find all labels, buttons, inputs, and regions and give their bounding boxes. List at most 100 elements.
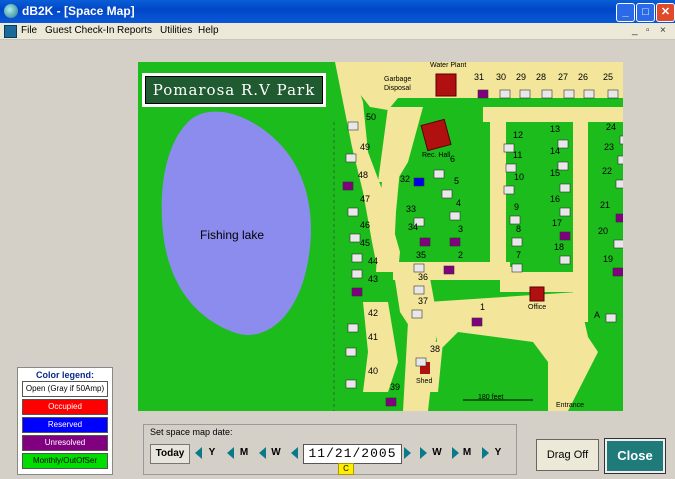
site-marker-26[interactable] xyxy=(583,89,595,99)
site-label-39: 39 xyxy=(390,382,400,392)
mdi-minimize-icon[interactable]: _ xyxy=(632,25,638,36)
prev-month-icon[interactable] xyxy=(227,447,234,459)
site-marker-49[interactable] xyxy=(345,153,357,163)
site-marker-18[interactable] xyxy=(559,255,571,265)
month-forward-label[interactable]: M xyxy=(460,444,474,462)
site-label-41: 41 xyxy=(368,332,378,342)
site-marker-38[interactable] xyxy=(415,357,427,367)
rec-hall-label: Rec. Hall xyxy=(422,152,451,159)
site-label-27: 27 xyxy=(558,72,568,82)
office-building[interactable] xyxy=(529,286,545,302)
site-marker-9[interactable] xyxy=(509,215,521,225)
menu-utilities[interactable]: Utilities xyxy=(160,25,192,36)
site-marker-23[interactable] xyxy=(617,155,623,165)
site-marker-15[interactable] xyxy=(559,183,571,193)
year-forward-label[interactable]: Y xyxy=(491,444,505,462)
site-marker-44[interactable] xyxy=(351,269,363,279)
site-label-23: 23 xyxy=(604,142,614,152)
prev-year-icon[interactable] xyxy=(195,447,202,459)
calendar-badge[interactable]: C xyxy=(338,463,354,475)
maximize-icon[interactable]: □ xyxy=(636,3,655,22)
site-marker-10[interactable] xyxy=(503,185,515,195)
drag-off-button[interactable]: Drag Off xyxy=(536,439,599,471)
site-label-24: 24 xyxy=(606,122,616,132)
next-month-icon[interactable] xyxy=(452,447,459,459)
site-marker-43[interactable] xyxy=(351,287,363,297)
site-label-34: 34 xyxy=(408,222,418,232)
scale-label: 180 feet xyxy=(478,394,504,401)
menu-guest-check-in[interactable]: Guest Check-In xyxy=(45,25,114,36)
date-field[interactable]: 11/21/2005 xyxy=(303,444,402,464)
site-marker-24[interactable] xyxy=(619,135,623,145)
month-back-label[interactable]: M xyxy=(237,444,251,462)
site-marker-25[interactable] xyxy=(607,89,619,99)
site-marker-20[interactable] xyxy=(613,239,623,249)
fishing-lake xyxy=(161,111,311,335)
site-marker-46[interactable] xyxy=(349,233,361,243)
disposal-label: Disposal xyxy=(384,85,411,92)
site-marker-32[interactable] xyxy=(413,177,425,187)
site-marker-11[interactable] xyxy=(505,163,517,173)
water-plant-label: Water Plant xyxy=(430,62,467,69)
site-marker-28[interactable] xyxy=(541,89,553,99)
site-marker-a[interactable] xyxy=(605,313,617,323)
menu-help[interactable]: Help xyxy=(198,25,219,36)
water-plant-building[interactable] xyxy=(435,73,457,97)
site-marker-21[interactable] xyxy=(615,213,623,223)
prev-day-icon[interactable] xyxy=(291,447,298,459)
site-marker-16[interactable] xyxy=(559,207,571,217)
mdi-restore-icon[interactable]: ▫ xyxy=(646,25,650,36)
site-marker-3[interactable] xyxy=(449,237,461,247)
site-marker-42[interactable] xyxy=(347,323,359,333)
mdi-close-icon[interactable]: × xyxy=(660,25,666,36)
site-marker-5[interactable] xyxy=(441,189,453,199)
site-marker-37[interactable] xyxy=(411,309,423,319)
site-marker-19[interactable] xyxy=(612,267,623,277)
site-marker-35[interactable] xyxy=(413,263,425,273)
menu-reports[interactable]: Reports xyxy=(117,25,152,36)
site-marker-48[interactable] xyxy=(342,181,354,191)
site-marker-31[interactable] xyxy=(477,89,489,99)
site-marker-6[interactable] xyxy=(433,169,445,179)
year-back-label[interactable]: Y xyxy=(205,444,219,462)
week-back-label[interactable]: W xyxy=(269,444,283,462)
site-marker-47[interactable] xyxy=(347,207,359,217)
site-marker-40[interactable] xyxy=(345,379,357,389)
today-button[interactable]: Today xyxy=(150,444,190,464)
site-marker-22[interactable] xyxy=(615,179,623,189)
site-marker-29[interactable] xyxy=(519,89,531,99)
site-marker-34[interactable] xyxy=(419,237,431,247)
legend-reserved: Reserved xyxy=(22,417,108,433)
next-year-icon[interactable] xyxy=(482,447,489,459)
site-marker-39[interactable] xyxy=(385,397,397,407)
close-icon[interactable]: ✕ xyxy=(656,3,675,22)
site-marker-45[interactable] xyxy=(351,253,363,263)
window-title: dB2K - [Space Map] xyxy=(22,4,135,18)
site-label-2: 2 xyxy=(458,250,463,260)
menu-file[interactable]: File xyxy=(21,25,37,36)
site-marker-50[interactable] xyxy=(347,121,359,131)
site-marker-41[interactable] xyxy=(345,347,357,357)
app-icon xyxy=(4,4,18,18)
prev-week-icon[interactable] xyxy=(259,447,266,459)
week-forward-label[interactable]: W xyxy=(430,444,444,462)
site-marker-36[interactable] xyxy=(413,285,425,295)
rec-hall-building[interactable] xyxy=(420,118,452,152)
site-marker-8[interactable] xyxy=(511,237,523,247)
site-marker-30[interactable] xyxy=(499,89,511,99)
site-marker-1[interactable] xyxy=(471,317,483,327)
site-label-18: 18 xyxy=(554,242,564,252)
site-label-45: 45 xyxy=(360,238,370,248)
site-marker-17[interactable] xyxy=(559,231,571,241)
minimize-icon[interactable]: _ xyxy=(616,3,635,22)
site-label-30: 30 xyxy=(496,72,506,82)
next-week-icon[interactable] xyxy=(420,447,427,459)
document-icon[interactable] xyxy=(4,25,17,38)
site-marker-27[interactable] xyxy=(563,89,575,99)
site-marker-7[interactable] xyxy=(511,263,523,273)
site-marker-2[interactable] xyxy=(443,265,455,275)
legend-open: Open (Gray if 50Amp) xyxy=(22,381,108,397)
site-marker-4[interactable] xyxy=(449,211,461,221)
next-day-icon[interactable] xyxy=(404,447,411,459)
close-button[interactable]: Close xyxy=(604,438,666,474)
